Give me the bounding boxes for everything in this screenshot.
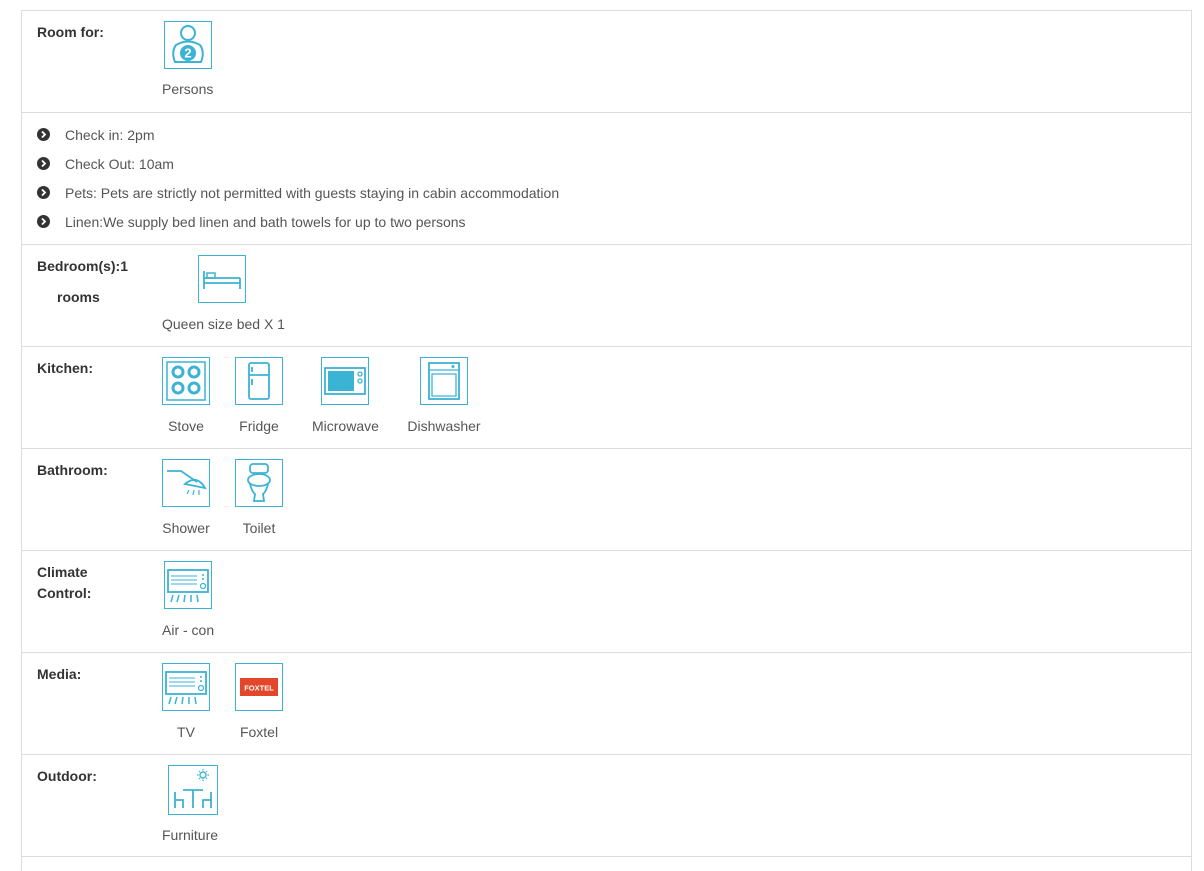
chevron-circle-icon [37, 157, 50, 170]
stove-icon [162, 357, 210, 405]
row-policies: Check in: 2pm Check Out: 10am Pets: Pets… [22, 113, 1191, 245]
shower-icon [162, 459, 210, 507]
chevron-circle-icon [37, 128, 50, 141]
row-label-kitchen: Kitchen: [37, 360, 93, 376]
row-room-for: Room for: 2 Persons [22, 11, 1191, 113]
dishwasher-icon [420, 357, 468, 405]
amenity-outdoor-furniture: Furniture [162, 765, 218, 843]
amenity-air-con: Air - con [162, 561, 214, 638]
amenity-queen-bed: Queen size bed X 1 [162, 255, 285, 332]
foxtel-icon: FOXTEL [235, 663, 283, 711]
amenity-tv: TV [161, 663, 211, 740]
row-label-outdoor: Outdoor: [37, 768, 97, 784]
amenity-dishwasher: Dishwasher [405, 357, 483, 434]
row-media: Media: TV FOXTEL Foxtel [22, 653, 1191, 755]
amenity-caption: Foxtel [239, 724, 279, 740]
amenity-caption: Furniture [162, 827, 219, 843]
fridge-icon [235, 357, 283, 405]
policy-text: Linen:We supply bed linen and bath towel… [65, 214, 466, 230]
foxtel-logo-text: FOXTEL [244, 684, 274, 693]
amenity-microwave: Microwave [312, 357, 379, 434]
amenity-shower: Shower [161, 459, 211, 536]
policy-text: Check in: 2pm [65, 127, 155, 143]
row-label-bathroom: Bathroom: [37, 462, 108, 478]
person-2-icon: 2 [163, 21, 212, 69]
bedrooms-label: Bedroom(s):1 [37, 258, 129, 274]
bedrooms-label-sub: rooms [57, 289, 100, 305]
bed-icon [198, 255, 246, 303]
row-label-media: Media: [37, 666, 82, 682]
chevron-circle-icon [37, 215, 50, 228]
amenity-toilet: Toilet [234, 459, 284, 536]
amenity-foxtel: FOXTEL Foxtel [234, 663, 284, 740]
amenity-persons: 2 Persons [162, 21, 213, 97]
amenity-caption: Fridge [239, 418, 279, 434]
toilet-icon [235, 459, 283, 507]
tv-icon [162, 663, 210, 711]
chevron-circle-icon [37, 186, 50, 199]
amenity-caption: Toilet [242, 520, 276, 536]
policy-list: Check in: 2pm Check Out: 10am Pets: Pets… [37, 124, 559, 240]
outdoor-furniture-icon [168, 765, 218, 815]
climate-label-line2: Control: [37, 585, 92, 601]
air-conditioner-icon [164, 561, 213, 609]
row-outdoor: Outdoor: Furniture [22, 755, 1191, 857]
persons-count-badge: 2 [184, 46, 191, 61]
amenity-caption: Air - con [162, 622, 215, 638]
amenity-caption: Dishwasher [407, 418, 481, 434]
policy-text: Pets: Pets are strictly not permitted wi… [65, 185, 560, 201]
row-bathroom: Bathroom: Shower Toilet [22, 449, 1191, 551]
policy-item: Pets: Pets are strictly not permitted wi… [37, 182, 559, 211]
amenity-caption: Microwave [312, 418, 379, 434]
row-label-climate: Climate Control: [37, 562, 91, 604]
amenity-caption: Stove [168, 418, 204, 434]
row-climate-control: Climate Control: Air - con [22, 551, 1191, 653]
amenity-fridge: Fridge [234, 357, 284, 434]
climate-label: Climate [37, 564, 88, 580]
amenity-caption: Queen size bed X 1 [162, 316, 285, 332]
amenities-table: Room for: 2 Persons Check in: 2pm Check [21, 10, 1192, 871]
amenity-caption: Shower [162, 520, 210, 536]
amenity-caption: TV [177, 724, 195, 740]
policy-item: Check in: 2pm [37, 124, 559, 153]
row-label-bedrooms: Bedroom(s):1 rooms [37, 256, 128, 308]
row-kitchen: Kitchen: Stove Fridge Microwave Dishwash… [22, 347, 1191, 449]
policy-text: Check Out: 10am [65, 156, 174, 172]
policy-item: Check Out: 10am [37, 153, 559, 182]
amenity-stove: Stove [161, 357, 211, 434]
microwave-icon [321, 357, 369, 405]
row-label-room-for: Room for: [37, 24, 104, 40]
row-bedrooms: Bedroom(s):1 rooms Queen size bed X 1 [22, 245, 1191, 347]
amenity-caption: Persons [162, 81, 214, 97]
policy-item: Linen:We supply bed linen and bath towel… [37, 211, 559, 240]
